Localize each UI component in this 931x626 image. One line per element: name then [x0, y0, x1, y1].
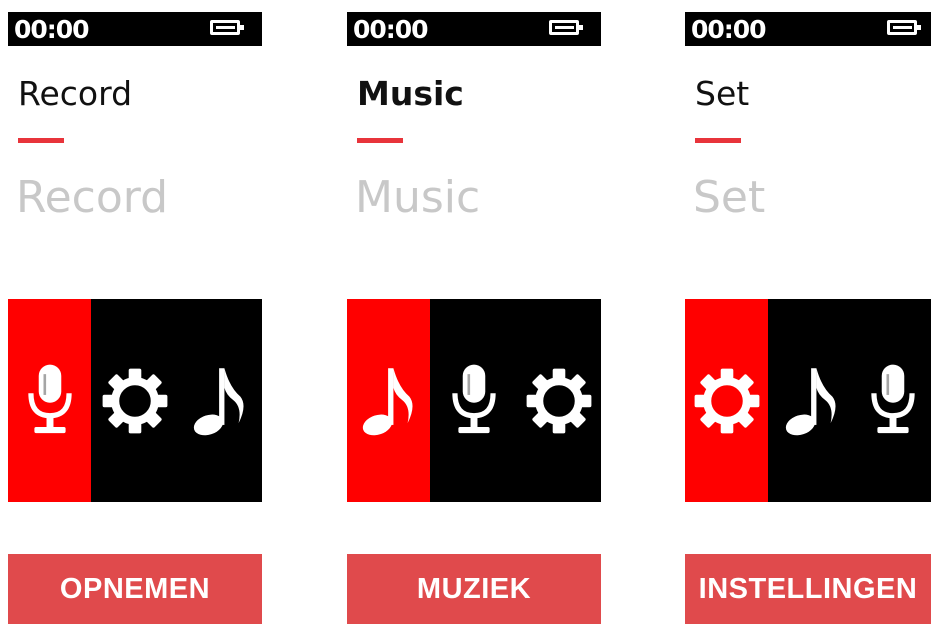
music-note-icon	[358, 361, 420, 441]
menu-item-record[interactable]	[430, 299, 517, 502]
selection-dash	[18, 138, 64, 143]
caption-label: MUZIEK	[347, 554, 601, 624]
microphone-icon	[448, 361, 500, 441]
screen-panel-record: 00:00 Record Record OPNEMEN	[8, 0, 262, 626]
icon-strip	[347, 299, 601, 502]
menu-item-music[interactable]	[768, 299, 855, 502]
screen-panel-music: 00:00 Music Music MUZIEK	[347, 0, 601, 626]
status-time: 00:00	[691, 15, 767, 44]
menu-item-settings[interactable]	[685, 299, 768, 502]
status-time: 00:00	[353, 15, 429, 44]
battery-icon	[210, 20, 244, 35]
status-time: 00:00	[14, 15, 90, 44]
device-screen: 00:00 Record Record	[8, 12, 262, 502]
menu-subtitle: Record	[16, 172, 169, 223]
status-bar: 00:00	[347, 12, 601, 46]
gear-icon	[99, 365, 171, 437]
device-screen: 00:00 Set Set	[685, 12, 931, 502]
menu-item-settings[interactable]	[517, 299, 601, 502]
battery-icon	[887, 20, 921, 35]
gear-icon	[523, 365, 595, 437]
menu-subtitle: Music	[355, 172, 481, 223]
microphone-icon	[867, 361, 919, 441]
icon-strip	[8, 299, 262, 502]
menu-item-settings[interactable]	[91, 299, 178, 502]
gear-icon	[691, 365, 763, 437]
status-bar: 00:00	[685, 12, 931, 46]
battery-icon	[549, 20, 583, 35]
selection-dash	[695, 138, 741, 143]
menu-title: Record	[18, 74, 133, 113]
status-bar: 00:00	[8, 12, 262, 46]
device-screen: 00:00 Music Music	[347, 12, 601, 502]
caption-label: OPNEMEN	[8, 554, 262, 624]
music-note-icon	[189, 361, 251, 441]
caption-label: INSTELLINGEN	[685, 554, 931, 624]
menu-title: Set	[695, 74, 750, 113]
menu-title: Music	[357, 74, 464, 113]
music-note-icon	[781, 361, 843, 441]
menu-subtitle: Set	[693, 172, 766, 223]
screen-panel-settings: 00:00 Set Set INSTELLINGEN	[685, 0, 931, 626]
menu-item-music[interactable]	[347, 299, 430, 502]
icon-strip	[685, 299, 931, 502]
microphone-icon	[24, 361, 76, 441]
menu-item-music[interactable]	[178, 299, 262, 502]
selection-dash	[357, 138, 403, 143]
menu-item-record[interactable]	[855, 299, 931, 502]
menu-item-record[interactable]	[8, 299, 91, 502]
